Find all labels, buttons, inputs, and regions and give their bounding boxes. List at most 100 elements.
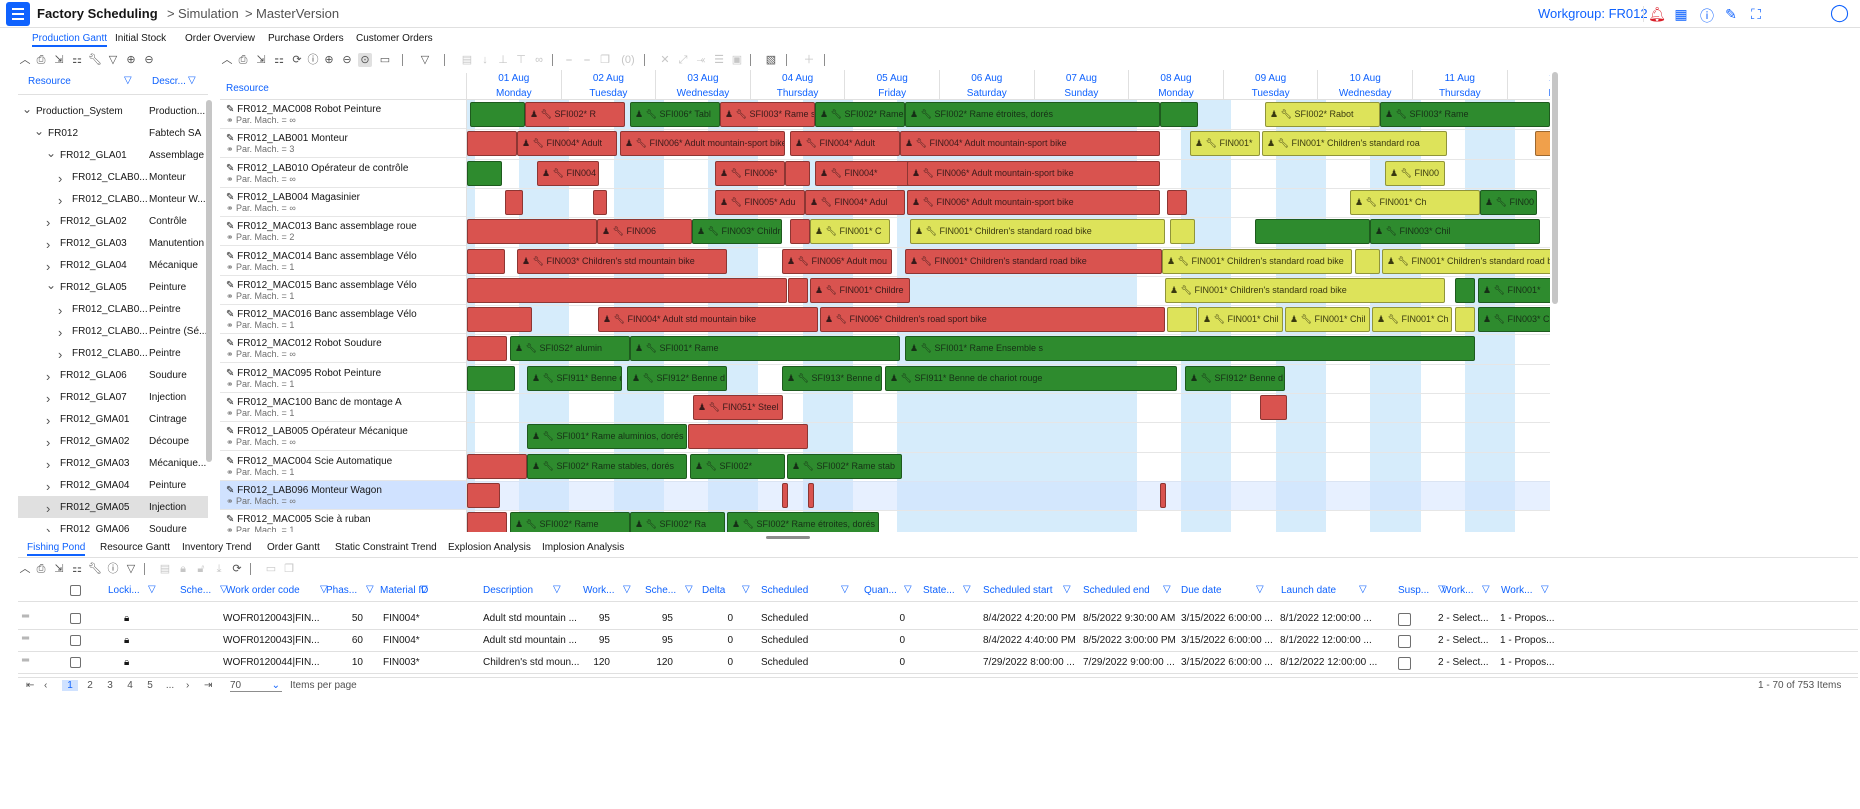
expand-icon[interactable]: ⤢ xyxy=(676,53,690,67)
filter-icon[interactable]: ▽ xyxy=(685,584,693,595)
operation-bar[interactable] xyxy=(505,189,523,215)
prev-page-icon[interactable]: ‹ xyxy=(44,680,47,691)
operation-bar[interactable] xyxy=(808,482,814,508)
grid-row[interactable]: ═ 🔒︎ WOFR0120043|FIN... 60 FIN004* Adult std … xyxy=(18,630,1858,652)
operation-bar[interactable]: ♟ 🔧︎ SFI003* Rame xyxy=(1380,102,1550,127)
operation-bar[interactable]: ♟ 🔧︎ FIN006 xyxy=(597,219,692,245)
tab-implosion-analysis[interactable]: Implosion Analysis xyxy=(542,542,624,556)
filter-icon[interactable]: ▽ xyxy=(1063,584,1071,595)
hierarchy-icon[interactable]: ⚏ xyxy=(272,53,286,67)
drag-handle-icon[interactable]: ═ xyxy=(22,608,29,628)
tree-col-resource[interactable]: Resource xyxy=(28,76,71,87)
operation-bar[interactable]: ♟ 🔧︎ SFI002* Rame stables, dorés xyxy=(527,453,687,479)
tree-row[interactable]: › FR012_CLAB0... Monteur xyxy=(18,166,208,188)
suspend-checkbox[interactable] xyxy=(1398,657,1411,670)
menu-icon[interactable] xyxy=(6,2,30,26)
tree-row[interactable]: › FR012_GMA06 Soudure xyxy=(18,518,208,532)
move-down-icon[interactable]: ↓ xyxy=(478,53,492,67)
close-icon[interactable]: ✕ xyxy=(658,53,672,67)
tree-row[interactable]: ⌄ Production_System Production... xyxy=(18,100,208,122)
operation-bar[interactable] xyxy=(1455,277,1475,303)
filter-icon[interactable]: ▽ xyxy=(904,584,912,595)
refresh-icon[interactable]: ⟳ xyxy=(290,53,304,67)
breadcrumb-masterversion[interactable]: MasterVersion xyxy=(256,6,339,21)
chevron-right-icon[interactable]: › xyxy=(46,523,50,532)
operation-bar[interactable]: ♟ 🔧︎ SFI002* Rame xyxy=(815,102,905,127)
operation-bar[interactable]: ♟ 🔧︎ SFI001* Rame aluminios, dorés xyxy=(527,424,687,450)
first-page-icon[interactable]: ⇤ xyxy=(26,680,34,691)
gantt-resource-row[interactable]: ✎ FR012_LAB005 Opérateur Mécanique ⚭ Par.… xyxy=(220,422,466,452)
operation-bar[interactable]: ♟ 🔧︎ FIN051* Steel xyxy=(693,395,783,420)
gantt-resource-row[interactable]: ✎ FR012_MAC004 Scie Automatique ⚭ Par. Ma… xyxy=(220,452,466,481)
refresh-icon[interactable]: ⟳ xyxy=(230,562,244,576)
filter-icon[interactable]: ▽ xyxy=(963,584,971,595)
last-page-icon[interactable]: ⇥ xyxy=(204,680,212,691)
drag-handle-icon[interactable]: ═ xyxy=(22,650,29,672)
next-page-icon[interactable]: › xyxy=(186,680,189,691)
edit-icon[interactable]: ✎ xyxy=(1722,6,1740,23)
filter-icon[interactable]: ▽ xyxy=(1359,584,1367,595)
tree-row[interactable]: › FR012_GMA05 Injection xyxy=(18,496,208,518)
operation-bar[interactable]: ♟ 🔧︎ FIN001* Chil xyxy=(1198,307,1283,333)
page-link[interactable]: 4 xyxy=(122,680,138,691)
operation-bar[interactable]: ♟ 🔧︎ FIN001* Chil xyxy=(1285,307,1370,333)
operation-bar[interactable] xyxy=(593,189,607,215)
operation-bar[interactable] xyxy=(470,102,525,127)
grid-col-header[interactable]: Scheduled xyxy=(761,585,808,596)
operation-bar[interactable]: ♟ 🔧︎ SFI002* Ra xyxy=(630,512,725,532)
lock-icon[interactable]: 🔒︎ xyxy=(124,652,129,674)
grid-col-header[interactable]: Sche... xyxy=(180,585,211,596)
operation-bar[interactable] xyxy=(1167,189,1187,215)
zoom-out-icon[interactable]: ⊖ xyxy=(340,53,354,67)
chevron-right-icon[interactable]: › xyxy=(46,215,50,230)
export-icon[interactable]: ⎙ xyxy=(236,53,250,67)
align-icon[interactable]: ☰ xyxy=(712,53,726,67)
operation-bar[interactable]: ♟ 🔧︎ SFI002* R xyxy=(525,102,625,127)
operation-bar[interactable] xyxy=(467,248,505,274)
operation-bar[interactable]: ♟ 🔧︎ FIN005* Adu xyxy=(715,189,805,215)
tree-row[interactable]: › FR012_GLA06 Soudure xyxy=(18,364,208,386)
operation-bar[interactable]: ♟ 🔧︎ SFI912* Benne d xyxy=(1185,365,1285,391)
gantt-col-resource[interactable]: Resource xyxy=(226,83,269,94)
tree-row[interactable]: ⌄ FR012_GLA05 Peinture xyxy=(18,276,208,298)
operation-bar[interactable] xyxy=(790,219,810,245)
fullscreen-icon[interactable]: ⛶ xyxy=(1747,6,1765,23)
gantt-resource-row[interactable]: ✎ FR012_MAC100 Banc de montage A ⚭ Par. M… xyxy=(220,393,466,422)
chevron-right-icon[interactable]: › xyxy=(46,457,50,472)
app-title[interactable]: Factory Scheduling xyxy=(37,6,158,21)
chevron-right-icon[interactable]: › xyxy=(58,347,62,362)
tree-row[interactable]: › FR012_GMA03 Mécanique... xyxy=(18,452,208,474)
operation-bar[interactable]: ♟ 🔧︎ FIN004* xyxy=(815,160,910,186)
grid-col-header[interactable]: Sche... xyxy=(645,585,676,596)
lock-icon[interactable]: 🔒︎ xyxy=(124,630,129,652)
hierarchy-icon[interactable]: ⚏ xyxy=(70,53,84,67)
chevron-right-icon[interactable]: › xyxy=(46,391,50,406)
grid-col-header[interactable]: Locki... xyxy=(108,585,140,596)
operation-bar[interactable] xyxy=(688,424,808,450)
collapse-icon[interactable]: ︿ xyxy=(18,562,32,576)
tree-row[interactable]: › FR012_CLAB0... Peintre (Sé... xyxy=(18,320,208,342)
operation-bar[interactable]: ♟ 🔧︎ SFI002* Rame étroites, dorés xyxy=(727,512,879,532)
filter-icon[interactable]: ▽ xyxy=(420,584,428,595)
operation-bar[interactable]: ♟ 🔧︎ SFI006* Tabl xyxy=(630,102,720,127)
operation-bar[interactable] xyxy=(1355,248,1380,274)
tree-scrollbar[interactable] xyxy=(206,100,212,462)
copy-icon[interactable]: ❐ xyxy=(282,562,296,576)
filter-icon[interactable]: ▽ xyxy=(1541,584,1549,595)
align-end-icon[interactable]: ⎯ xyxy=(580,53,594,67)
export-excel-icon[interactable]: ⇲ xyxy=(254,53,268,67)
save-icon[interactable]: ▭ xyxy=(264,562,278,576)
grid-col-header[interactable]: Work... xyxy=(583,585,614,596)
wrench-icon[interactable]: 🔧︎ xyxy=(88,53,102,67)
gantt-resource-row[interactable]: ✎ FR012_MAC013 Banc assemblage roue ⚭ Par… xyxy=(220,217,466,247)
chevron-down-icon[interactable]: ⌄ xyxy=(34,124,44,138)
operation-bar[interactable]: ♟ 🔧︎ FIN001* Children's standard road bi… xyxy=(905,248,1162,274)
operation-bar[interactable]: ♟ 🔧︎ FIN001* Ch xyxy=(1372,307,1452,333)
pin-icon[interactable]: ⊥ xyxy=(496,53,510,67)
tab-resource-gantt[interactable]: Resource Gantt xyxy=(100,542,170,556)
operation-bar[interactable]: ♟ 🔧︎ FIN006* Adult mountain-sport bike xyxy=(907,160,1160,186)
tab-inventory-trend[interactable]: Inventory Trend xyxy=(182,542,251,556)
calendar-icon[interactable]: ▭ xyxy=(378,53,392,67)
operation-bar[interactable]: ♟ 🔧︎ FIN001* Childre xyxy=(810,277,910,303)
grid-col-header[interactable]: Quan... xyxy=(864,585,897,596)
